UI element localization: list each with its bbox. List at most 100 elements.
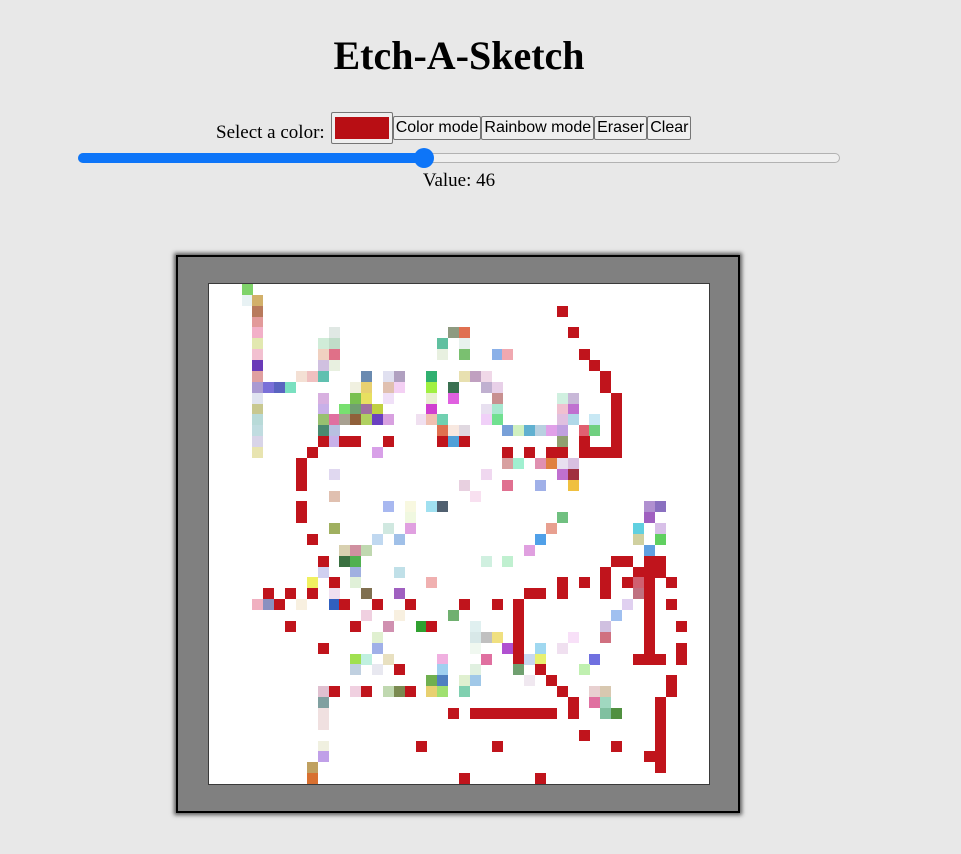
grid-cell[interactable] <box>643 512 655 524</box>
grid-cell[interactable] <box>502 425 514 437</box>
grid-cell[interactable] <box>317 686 329 698</box>
grid-cell[interactable] <box>513 425 525 437</box>
grid-cell[interactable] <box>665 599 677 611</box>
grid-cell[interactable] <box>632 577 644 589</box>
grid-cell[interactable] <box>600 686 612 698</box>
grid-cell[interactable] <box>252 316 264 328</box>
grid-cell[interactable] <box>241 284 253 295</box>
grid-cell[interactable] <box>382 523 394 535</box>
grid-cell[interactable] <box>643 544 655 556</box>
grid-cell[interactable] <box>556 414 568 426</box>
grid-cell[interactable] <box>404 686 416 698</box>
grid-cell[interactable] <box>665 577 677 589</box>
grid-cell[interactable] <box>545 447 557 459</box>
grid-cell[interactable] <box>622 555 634 567</box>
grid-cell[interactable] <box>295 501 307 513</box>
grid-cell[interactable] <box>632 566 644 578</box>
grid-cell[interactable] <box>317 751 329 763</box>
grid-cell[interactable] <box>317 338 329 350</box>
grid-cell[interactable] <box>578 425 590 437</box>
grid-cell[interactable] <box>567 479 579 491</box>
grid-cell[interactable] <box>426 686 438 698</box>
grid-cell[interactable] <box>252 305 264 317</box>
grid-cell[interactable] <box>578 664 590 676</box>
grid-cell[interactable] <box>317 392 329 404</box>
grid-cell[interactable] <box>611 414 623 426</box>
grid-cell[interactable] <box>426 675 438 687</box>
grid-cell[interactable] <box>328 327 340 339</box>
grid-cell[interactable] <box>295 512 307 524</box>
grid-cell[interactable] <box>437 653 449 665</box>
grid-cell[interactable] <box>567 403 579 415</box>
grid-cell[interactable] <box>372 664 384 676</box>
grid-cell[interactable] <box>404 523 416 535</box>
grid-cell[interactable] <box>426 381 438 393</box>
grid-cell[interactable] <box>426 370 438 382</box>
grid-cell[interactable] <box>502 349 514 361</box>
grid-cell[interactable] <box>459 479 470 491</box>
grid-cell[interactable] <box>372 534 384 545</box>
grid-cell[interactable] <box>556 468 568 480</box>
color-mode-button[interactable]: Color mode <box>392 116 482 140</box>
grid-cell[interactable] <box>448 610 460 622</box>
grid-cell[interactable] <box>448 425 460 437</box>
grid-cell[interactable] <box>263 599 275 611</box>
grid-cell[interactable] <box>524 425 536 437</box>
grid-cell[interactable] <box>252 370 264 382</box>
grid-cell[interactable] <box>611 436 623 448</box>
grid-cell[interactable] <box>654 762 666 774</box>
grid-cell[interactable] <box>295 599 307 611</box>
grid-cell[interactable] <box>415 740 427 752</box>
grid-cell[interactable] <box>393 566 405 578</box>
grid-cell[interactable] <box>524 707 536 719</box>
grid-cell[interactable] <box>556 392 568 404</box>
grid-cell[interactable] <box>252 447 264 459</box>
grid-cell[interactable] <box>372 403 384 415</box>
grid-cell[interactable] <box>361 381 373 393</box>
grid-cell[interactable] <box>469 664 481 676</box>
grid-cell[interactable] <box>578 729 590 741</box>
grid-cell[interactable] <box>393 381 405 393</box>
grid-cell[interactable] <box>252 349 264 361</box>
grid-cell[interactable] <box>502 457 514 469</box>
grid-cell[interactable] <box>295 479 307 491</box>
grid-cell[interactable] <box>252 381 264 393</box>
grid-cell[interactable] <box>524 675 536 687</box>
grid-cell[interactable] <box>285 381 297 393</box>
grid-cell[interactable] <box>556 642 568 654</box>
grid-cell[interactable] <box>328 360 340 372</box>
grid-cell[interactable] <box>567 697 579 709</box>
grid-cell[interactable] <box>665 675 677 687</box>
grid-cell[interactable] <box>252 403 264 415</box>
grid-cell[interactable] <box>339 403 351 415</box>
grid-cell[interactable] <box>328 414 340 426</box>
grid-cell[interactable] <box>361 544 373 556</box>
grid-cell[interactable] <box>643 501 655 513</box>
grid-cell[interactable] <box>600 588 612 600</box>
grid-cell[interactable] <box>285 620 297 632</box>
grid-cell[interactable] <box>480 381 492 393</box>
grid-cell[interactable] <box>350 555 362 567</box>
grid-cell[interactable] <box>545 523 557 535</box>
grid-cell[interactable] <box>535 642 547 654</box>
grid-cell[interactable] <box>317 740 329 752</box>
grid-cell[interactable] <box>643 599 655 611</box>
grid-cell[interactable] <box>513 653 525 665</box>
grid-cell[interactable] <box>328 349 340 361</box>
grid-cell[interactable] <box>448 436 460 448</box>
grid-cell[interactable] <box>415 414 427 426</box>
grid-cell[interactable] <box>382 370 394 382</box>
grid-cell[interactable] <box>328 436 340 448</box>
grid-cell[interactable] <box>328 599 340 611</box>
grid-cell[interactable] <box>426 403 438 415</box>
grid-cell[interactable] <box>643 610 655 622</box>
grid-cell[interactable] <box>676 653 688 665</box>
grid-cell[interactable] <box>480 631 492 643</box>
grid-cell[interactable] <box>459 370 470 382</box>
grid-cell[interactable] <box>643 555 655 567</box>
grid-cell[interactable] <box>317 349 329 361</box>
grid-cell[interactable] <box>632 523 644 535</box>
grid-cell[interactable] <box>654 740 666 752</box>
grid-cell[interactable] <box>469 631 481 643</box>
grid-cell[interactable] <box>404 599 416 611</box>
